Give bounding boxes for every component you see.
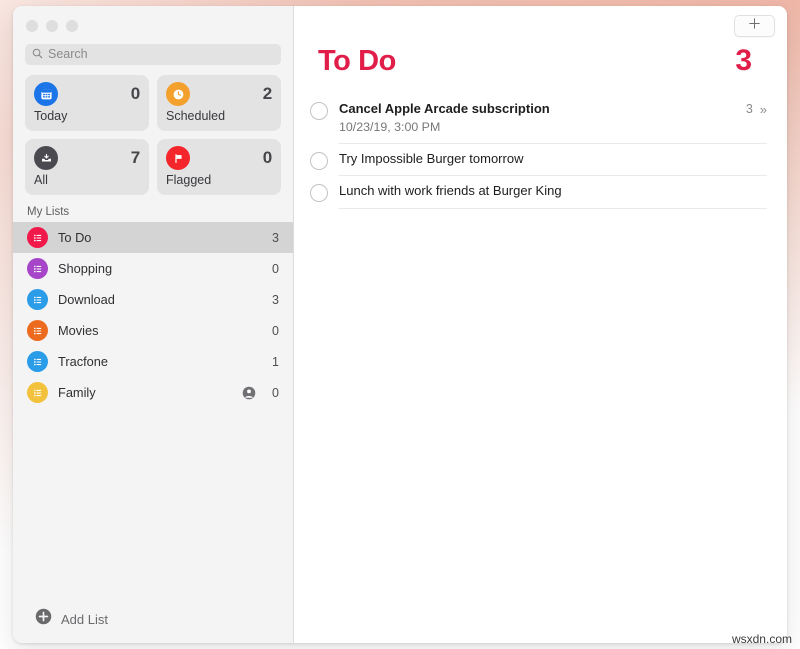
sidebar-item-count: 1	[272, 354, 279, 369]
smart-list-scheduled[interactable]: 2 Scheduled	[157, 75, 281, 131]
tray-icon	[34, 146, 58, 170]
reminder-checkbox[interactable]	[310, 184, 328, 203]
plus-circle-icon	[35, 608, 52, 630]
search-input[interactable]: Search	[25, 44, 281, 65]
smart-list-all[interactable]: 7 All	[25, 139, 149, 195]
search-placeholder: Search	[48, 47, 88, 62]
sidebar-item-movies[interactable]: Movies 0	[13, 315, 293, 346]
list-icon	[27, 227, 48, 248]
smart-list-today[interactable]: 0 Today	[25, 75, 149, 131]
reminder-row[interactable]: Try Impossible Burger tomorrow	[308, 144, 787, 177]
sidebar-item-count: 0	[272, 261, 279, 276]
smart-list-count: 7	[130, 148, 140, 167]
reminder-title: Cancel Apple Arcade subscription	[339, 101, 550, 116]
sidebar: Search 0 Today 2 Scheduled 7 All 0 Flagg…	[13, 6, 294, 643]
smart-lists-grid: 0 Today 2 Scheduled 7 All 0 Flagged	[13, 65, 293, 195]
add-list-label: Add List	[61, 611, 108, 627]
shared-list-person-icon	[242, 386, 256, 400]
reminder-priority-count: 3	[745, 102, 753, 116]
plus-icon	[748, 17, 761, 35]
sidebar-item-tracfone[interactable]: Tracfone 1	[13, 346, 293, 377]
reminder-row[interactable]: Cancel Apple Arcade subscription 10/23/1…	[308, 94, 787, 145]
smart-list-flagged[interactable]: 0 Flagged	[157, 139, 281, 195]
my-lists-header: My Lists	[27, 206, 70, 218]
list-header: To Do 3	[294, 6, 787, 76]
smart-list-label: Today	[34, 109, 68, 123]
sidebar-item-label: Tracfone	[58, 354, 109, 369]
sidebar-item-family[interactable]: Family 0	[13, 377, 293, 408]
list-icon	[27, 351, 48, 372]
my-lists: To Do 3 Shopping 0 Download 3 Movies 0 T…	[13, 222, 293, 408]
sidebar-item-label: Shopping	[58, 261, 113, 276]
search-icon	[32, 46, 43, 64]
window-controls	[13, 6, 293, 32]
list-total-count: 3	[735, 44, 752, 77]
reminder-due-date: 10/23/19, 3:00 PM	[339, 120, 441, 135]
sidebar-item-shopping[interactable]: Shopping 0	[13, 253, 293, 284]
sidebar-item-download[interactable]: Download 3	[13, 284, 293, 315]
sidebar-item-label: Family	[58, 385, 96, 400]
sidebar-item-count: 3	[272, 292, 279, 307]
chevron-right-icon[interactable]: »	[760, 103, 767, 116]
reminders-window: Search 0 Today 2 Scheduled 7 All 0 Flagg…	[13, 6, 787, 643]
minimize-button[interactable]	[46, 20, 58, 32]
list-icon	[27, 382, 48, 403]
zoom-button[interactable]	[66, 20, 78, 32]
sidebar-item-label: To Do	[58, 230, 92, 245]
sidebar-item-label: Download	[58, 292, 115, 307]
main-content: To Do 3 Cancel Apple Arcade subscription…	[294, 6, 787, 643]
desktop-background: Search 0 Today 2 Scheduled 7 All 0 Flagg…	[0, 0, 800, 649]
sidebar-item-count: 0	[272, 323, 279, 338]
list-icon	[27, 289, 48, 310]
clock-icon	[166, 82, 190, 106]
smart-list-count: 2	[262, 84, 272, 103]
reminder-row[interactable]: Lunch with work friends at Burger King	[308, 176, 787, 209]
smart-list-label: Flagged	[166, 173, 212, 187]
sidebar-item-count: 3	[272, 230, 279, 245]
smart-list-count: 0	[130, 84, 140, 103]
sidebar-item-to-do[interactable]: To Do 3	[13, 222, 293, 253]
sidebar-item-count: 0	[272, 385, 279, 400]
smart-list-label: All	[34, 173, 48, 187]
reminder-meta: 3 »	[746, 101, 767, 116]
reminder-checkbox[interactable]	[310, 152, 328, 171]
reminder-checkbox[interactable]	[310, 102, 328, 120]
watermark: wsxdn.com	[731, 632, 792, 646]
smart-list-count: 0	[262, 148, 272, 167]
reminders-list: Cancel Apple Arcade subscription 10/23/1…	[308, 76, 787, 209]
smart-list-label: Scheduled	[166, 109, 226, 123]
calendar-icon	[34, 82, 58, 106]
flag-icon	[166, 146, 190, 170]
add-reminder-button[interactable]	[734, 15, 775, 37]
add-list-button[interactable]: Add List	[13, 595, 293, 643]
sidebar-item-label: Movies	[58, 323, 99, 338]
reminder-title: Lunch with work friends at Burger King	[339, 183, 562, 199]
search-area: Search	[13, 32, 293, 65]
list-icon	[27, 320, 48, 341]
list-icon	[27, 258, 48, 279]
reminder-title: Try Impossible Burger tomorrow	[339, 151, 524, 167]
close-button[interactable]	[26, 20, 38, 32]
page-title: To Do	[318, 45, 396, 77]
